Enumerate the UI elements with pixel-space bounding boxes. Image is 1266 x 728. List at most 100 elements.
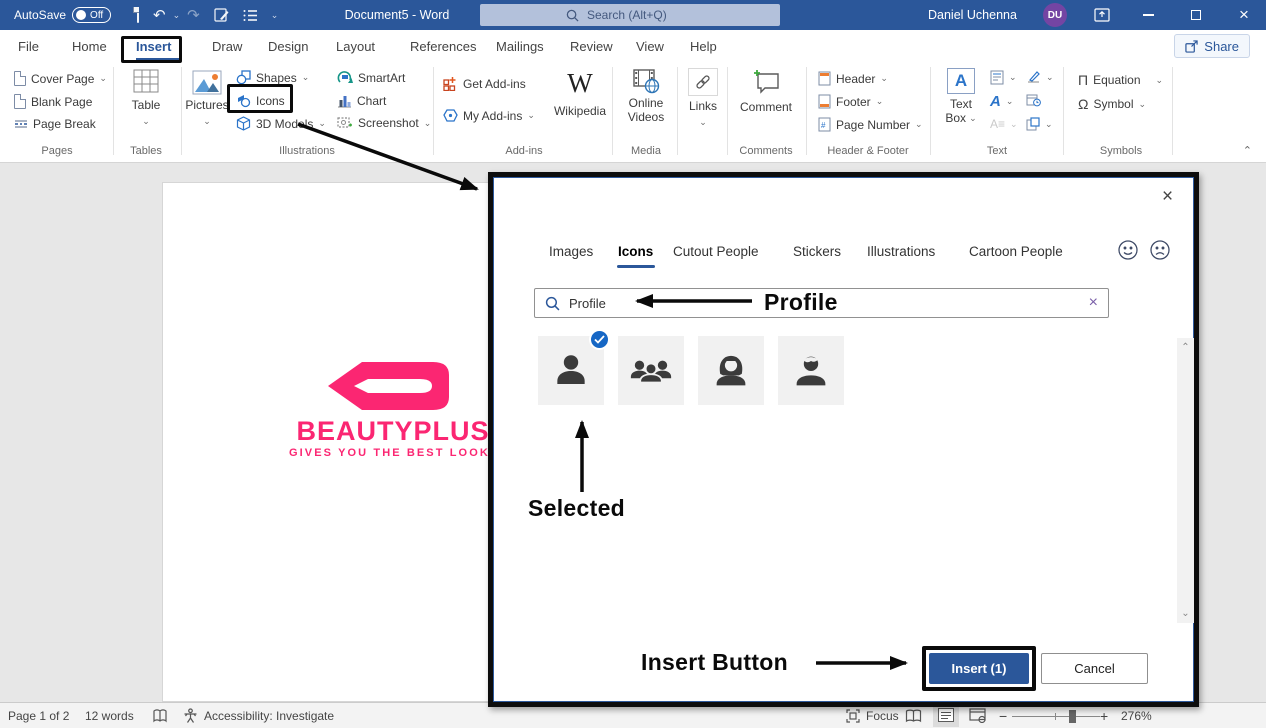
date-time-button[interactable] xyxy=(1026,93,1041,107)
dialog-tab-cartoon-people[interactable]: Cartoon People xyxy=(969,238,1063,264)
avatar[interactable]: DU xyxy=(1043,3,1067,27)
ribbon-display-options-icon[interactable] xyxy=(1094,0,1110,30)
icon-tile-person-man[interactable] xyxy=(778,336,844,405)
icons-button[interactable]: Icons xyxy=(236,93,285,108)
icon-tile-person-woman[interactable] xyxy=(698,336,764,405)
chart-button[interactable]: Chart xyxy=(337,93,386,108)
tab-help[interactable]: Help xyxy=(690,30,717,62)
tab-layout[interactable]: Layout xyxy=(336,30,375,62)
cover-page-button[interactable]: Cover Page⌄ xyxy=(14,71,107,86)
symbol-icon: Ω xyxy=(1078,96,1088,112)
ribbon-tab-row: File Home Insert Draw Design Layout Refe… xyxy=(0,30,1266,62)
tab-mailings[interactable]: Mailings xyxy=(496,30,544,62)
object-button[interactable]: ⌄ xyxy=(1026,117,1053,131)
tab-draw[interactable]: Draw xyxy=(212,30,242,62)
tab-design[interactable]: Design xyxy=(268,30,308,62)
search-icon xyxy=(545,296,560,311)
search-placeholder: Search (Alt+Q) xyxy=(587,8,667,22)
comment-button[interactable]: Comment xyxy=(734,68,798,115)
icon-tile-people-group[interactable] xyxy=(618,336,684,405)
page-number-button[interactable]: #Page Number⌄ xyxy=(818,117,923,132)
minimize-button[interactable] xyxy=(1131,0,1165,30)
screenshot-button[interactable]: Screenshot⌄ xyxy=(337,116,431,130)
tab-view[interactable]: View xyxy=(636,30,664,62)
dialog-active-tab-underline xyxy=(617,265,655,268)
smiley-icon[interactable] xyxy=(1117,239,1139,261)
text-box-icon: A xyxy=(947,68,975,94)
dialog-search-input[interactable] xyxy=(569,296,749,311)
online-videos-button[interactable]: Online Videos xyxy=(620,68,672,125)
insert-button[interactable]: Insert (1) xyxy=(929,653,1029,684)
user-name[interactable]: Daniel Uchenna xyxy=(928,0,1017,30)
get-addins-button[interactable]: Get Add-ins xyxy=(443,76,526,91)
autosave-toggle[interactable]: AutoSave Off xyxy=(14,0,111,30)
smartart-button[interactable]: SmartArt xyxy=(337,70,405,85)
tab-home[interactable]: Home xyxy=(72,30,107,62)
undo-icon[interactable]: ↶ xyxy=(153,6,166,24)
word-count[interactable]: 12 words xyxy=(85,703,134,728)
pictures-button[interactable]: Pictures ⌄ xyxy=(184,70,230,126)
proofing-icon[interactable] xyxy=(152,703,168,728)
dialog-tab-illustrations[interactable]: Illustrations xyxy=(867,238,935,264)
chevron-down-icon[interactable]: ⌄ xyxy=(173,11,181,20)
chevron-down-icon: ⌄ xyxy=(1046,73,1054,82)
chevron-down-icon: ⌄ xyxy=(99,74,107,83)
titlebar-search[interactable]: Search (Alt+Q) xyxy=(480,4,780,26)
scroll-down-icon[interactable]: ⌄ xyxy=(1181,608,1189,619)
share-button[interactable]: Share xyxy=(1174,34,1250,58)
dialog-scrollbar[interactable]: ⌃ ⌄ xyxy=(1177,338,1194,623)
zoom-slider-handle[interactable] xyxy=(1069,710,1076,723)
group-label-symbols: Symbols xyxy=(1100,145,1142,157)
page-break-button[interactable]: Page Break xyxy=(14,117,96,131)
clear-search-icon[interactable]: × xyxy=(1089,294,1098,312)
icon-tile-person-single[interactable] xyxy=(538,336,604,405)
symbol-button[interactable]: ΩSymbol⌄ xyxy=(1078,96,1146,112)
equation-button[interactable]: ΠEquation⌄ xyxy=(1078,72,1163,88)
dialog-tab-icons[interactable]: Icons xyxy=(618,238,653,264)
signature-line-button[interactable]: ⌄ xyxy=(1026,70,1054,84)
footer-button[interactable]: Footer⌄ xyxy=(818,94,883,109)
bullet-list-icon[interactable] xyxy=(243,9,258,22)
text-box-button[interactable]: A Text Box⌄ xyxy=(938,68,984,126)
blank-page-button[interactable]: Blank Page xyxy=(14,94,92,109)
shapes-button[interactable]: Shapes⌄ xyxy=(236,70,309,85)
focus-icon xyxy=(846,709,860,723)
page-break-icon xyxy=(14,117,28,131)
collapse-ribbon-icon[interactable]: ⌃ xyxy=(1243,144,1252,157)
links-button[interactable]: Links ⌄ xyxy=(682,68,724,127)
tab-review[interactable]: Review xyxy=(570,30,613,62)
dialog-tab-cutout-people[interactable]: Cutout People xyxy=(673,238,759,264)
maximize-button[interactable] xyxy=(1179,0,1213,30)
group-label-illustrations: Illustrations xyxy=(279,145,335,157)
my-addins-button[interactable]: My Add-ins⌄ xyxy=(443,108,535,123)
dialog-tab-stickers[interactable]: Stickers xyxy=(793,238,841,264)
scroll-up-icon[interactable]: ⌃ xyxy=(1181,342,1189,353)
wikipedia-button[interactable]: W Wikipedia xyxy=(548,68,612,119)
cover-page-icon xyxy=(14,71,26,86)
new-file-icon[interactable] xyxy=(137,8,139,22)
tab-file[interactable]: File xyxy=(18,30,39,62)
cancel-button[interactable]: Cancel xyxy=(1041,653,1148,684)
my-addins-icon xyxy=(443,108,458,123)
dialog-close-icon[interactable]: × xyxy=(1162,186,1173,208)
header-button[interactable]: Header⌄ xyxy=(818,71,888,86)
page-indicator[interactable]: Page 1 of 2 xyxy=(8,703,69,728)
table-button[interactable]: Table ⌄ xyxy=(121,68,171,126)
autosave-pill[interactable]: Off xyxy=(72,7,111,23)
chevron-down-icon: ⌄ xyxy=(1156,76,1164,85)
close-button[interactable]: × xyxy=(1227,0,1261,30)
autosave-state: Off xyxy=(90,10,103,21)
tab-references[interactable]: References xyxy=(410,30,476,62)
3d-models-button[interactable]: 3D Models⌄ xyxy=(236,116,326,131)
qat-more-icon[interactable]: ⌄ xyxy=(271,11,279,20)
group-label-addins: Add-ins xyxy=(505,145,542,157)
smartart-icon xyxy=(337,70,353,85)
wordart-button[interactable]: A⌄ xyxy=(990,93,1013,110)
dialog-tab-images[interactable]: Images xyxy=(549,238,593,264)
editor-icon[interactable] xyxy=(214,8,229,23)
quick-parts-button[interactable]: ⌄ xyxy=(990,70,1017,85)
accessibility-icon[interactable] xyxy=(183,703,198,728)
header-icon xyxy=(818,71,831,86)
accessibility-status[interactable]: Accessibility: Investigate xyxy=(204,703,334,728)
frown-icon[interactable] xyxy=(1149,239,1171,261)
